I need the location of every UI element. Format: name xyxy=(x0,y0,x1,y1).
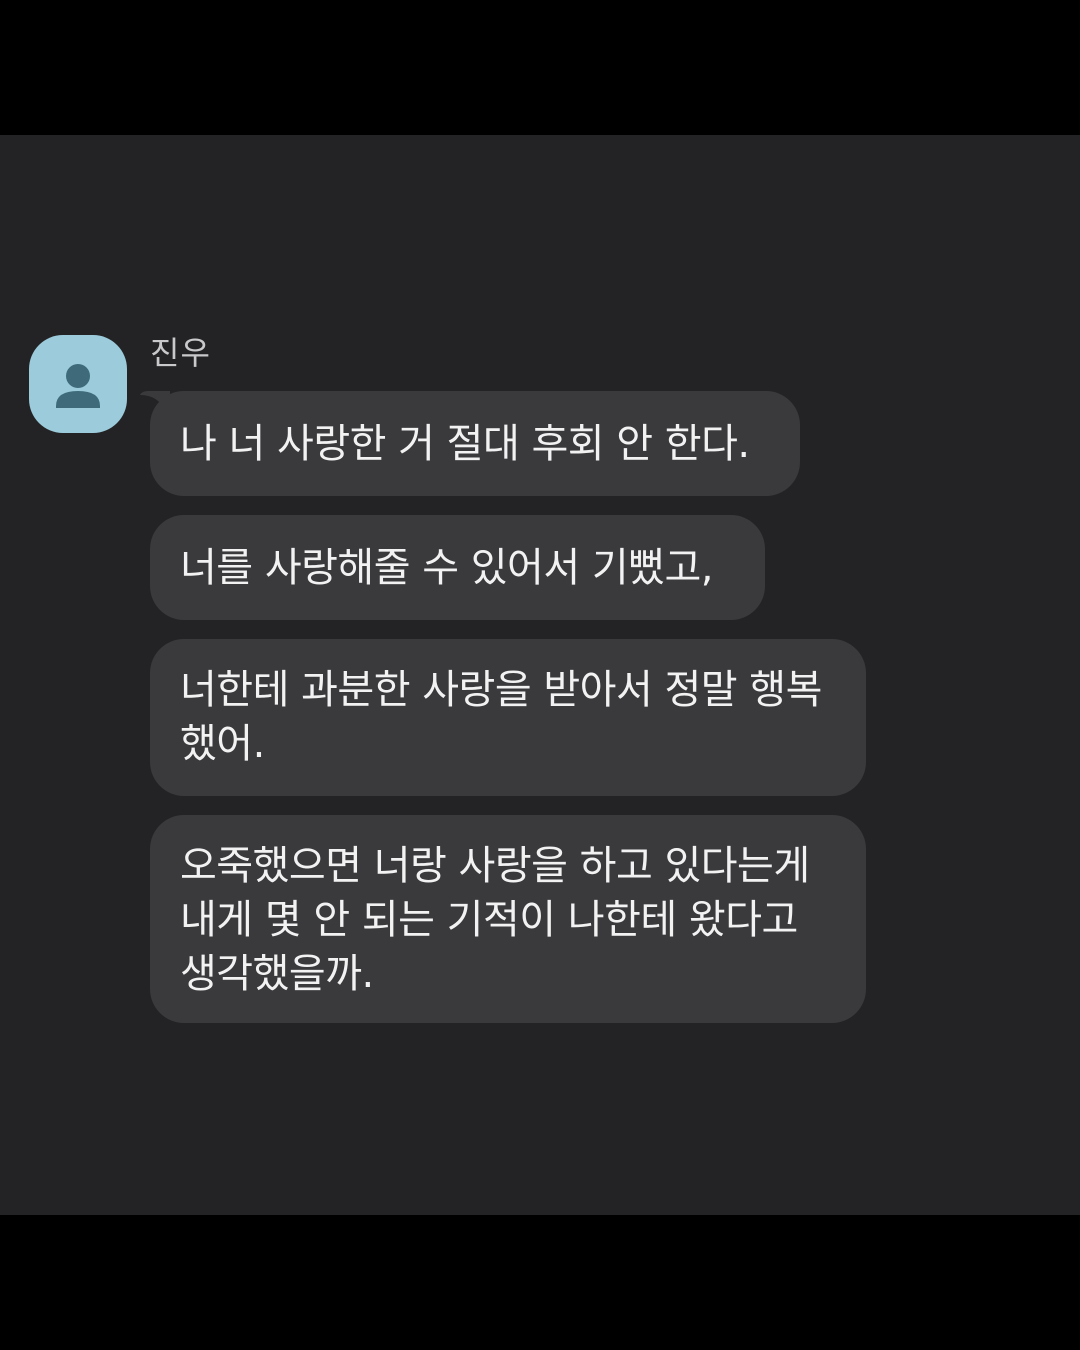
message-bubble[interactable]: 오죽했으면 너랑 사랑을 하고 있다는게 내게 몇 안 되는 기적이 나한테 왔… xyxy=(150,815,866,1023)
message-bubble[interactable]: 너를 사랑해줄 수 있어서 기뻤고, xyxy=(150,515,765,620)
letterbox-bottom xyxy=(0,1215,1080,1350)
message-bubble[interactable]: 나 너 사랑한 거 절대 후회 안 한다. xyxy=(150,391,800,496)
message-bubble[interactable]: 너한테 과분한 사랑을 받아서 정말 행복 했어. xyxy=(150,639,866,796)
chat-area[interactable]: 진우 나 너 사랑한 거 절대 후회 안 한다. 너를 사랑해줄 수 있어서 기… xyxy=(0,135,1080,1215)
letterbox-top xyxy=(0,0,1080,135)
sender-name: 진우 xyxy=(150,334,211,372)
avatar[interactable] xyxy=(29,335,127,433)
person-icon xyxy=(56,364,100,408)
